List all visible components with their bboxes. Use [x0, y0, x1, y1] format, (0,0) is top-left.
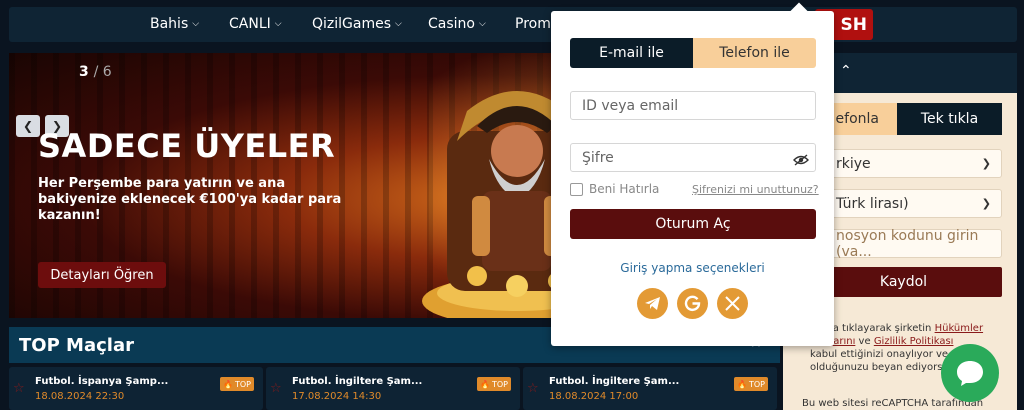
chevron-down-icon: ⌵: [395, 19, 402, 29]
top-badge: 🔥 TOP: [477, 377, 511, 391]
login-submit-button[interactable]: Oturum Aç: [570, 209, 816, 239]
login-tab-phone[interactable]: Telefon ile: [693, 38, 816, 68]
nav-item-label: Bahis: [150, 16, 189, 32]
currency-value: Türk lirası): [836, 195, 909, 212]
nav-item-qizilgames[interactable]: QizilGames ⌵: [312, 16, 402, 32]
x-icon: [725, 296, 740, 311]
x-login-button[interactable]: [717, 288, 748, 319]
banner-subtitle: Her Perşembe para yatırın ve ana bakiyen…: [38, 176, 342, 223]
top-badge: 🔥 TOP: [220, 377, 254, 391]
top-badge: 🔥 TOP: [734, 377, 768, 391]
match-card[interactable]: ☆ Futbol. İngiltere Şam... 18.08.2024 17…: [523, 367, 777, 410]
match-card[interactable]: ☆ Futbol. İspanya Şamp... 18.08.2024 22:…: [9, 367, 263, 410]
top-badge-label: TOP: [748, 379, 765, 389]
popup-caret: [790, 2, 808, 20]
match-card[interactable]: ☆ Futbol. İngiltere Şam... 17.08.2024 14…: [266, 367, 520, 410]
banner-title: SADECE ÜYELER: [38, 127, 336, 165]
terms-text: kabul ettiğinizi onaylıyor ve: [810, 349, 949, 360]
chevron-down-icon: ⌵: [192, 19, 200, 29]
remember-checkbox[interactable]: [570, 182, 583, 196]
telegram-icon: [645, 297, 660, 310]
login-tab-email[interactable]: E-mail ile: [570, 38, 693, 68]
chevron-down-icon: ❯: [981, 197, 991, 210]
promo-placeholder: nosyon kodunu girin (va...: [836, 227, 979, 260]
pagination-total: / 6: [93, 64, 112, 80]
login-popup: E-mail ile Telefon ile Beni Hatırla Şifr…: [551, 2, 834, 346]
match-date: 17.08.2024 14:30: [292, 391, 382, 402]
star-icon[interactable]: ☆: [527, 381, 539, 396]
top-badge-label: TOP: [234, 379, 251, 389]
login-options-label: Giriş yapma seçenekleri: [620, 261, 765, 275]
remember-label: Beni Hatırla: [589, 182, 660, 196]
country-value: rkiye: [836, 155, 871, 172]
google-login-button[interactable]: [677, 288, 708, 319]
register-currency-select[interactable]: Türk lirası) ❯: [805, 189, 1002, 218]
terms-text: olduğunuzu beyan ediyors: [810, 362, 943, 373]
match-date: 18.08.2024 17:00: [549, 391, 639, 402]
nav-item-casino[interactable]: Casino ⌵: [428, 16, 486, 32]
star-icon[interactable]: ☆: [270, 381, 282, 396]
telegram-login-button[interactable]: [637, 288, 668, 319]
match-name: Futbol. İngiltere Şam...: [292, 376, 423, 387]
nav-item-label: Casino: [428, 16, 475, 32]
hide-password-icon[interactable]: [793, 154, 809, 166]
pagination-current: 3: [79, 64, 89, 80]
chevron-down-icon: ⌵: [478, 19, 486, 29]
top-badge-label: TOP: [491, 379, 508, 389]
register-tab-oneclick[interactable]: Tek tıkla: [897, 103, 1002, 135]
nav-item-label: QizilGames: [312, 16, 392, 32]
chevron-left-icon: ❮: [22, 119, 34, 133]
banner-prev-button[interactable]: ❮: [16, 115, 40, 137]
login-id-input[interactable]: [570, 91, 816, 120]
match-name: Futbol. İngiltere Şam...: [549, 376, 680, 387]
chat-button[interactable]: [941, 344, 999, 402]
top-matches-title: TOP Maçlar: [19, 335, 134, 356]
chevron-down-icon: ⌵: [274, 19, 282, 29]
terms-and: ve: [858, 336, 871, 347]
privacy-link[interactable]: Gizlilik Politikası: [874, 336, 954, 347]
terms-link[interactable]: Hükümler: [935, 323, 983, 334]
chat-icon: [957, 361, 983, 386]
banner-pagination: 3 / 6: [79, 64, 112, 80]
nav-item-label: CANLI: [229, 16, 271, 32]
top-navigation: Bahis ⌵ CANLI ⌵ QizilGames ⌵ Casino ⌵ Pr…: [9, 7, 1017, 42]
chevron-up-icon[interactable]: ⌃: [840, 63, 852, 79]
register-country-select[interactable]: rkiye ❯: [805, 149, 1002, 178]
forgot-password-link[interactable]: Şifrenizi mi unuttunuz?: [692, 183, 819, 196]
fire-icon: 🔥: [480, 379, 490, 389]
fire-icon: 🔥: [737, 379, 747, 389]
chevron-down-icon: ❯: [981, 157, 991, 170]
register-submit-button[interactable]: Kaydol: [805, 267, 1002, 297]
remember-me[interactable]: Beni Hatırla: [570, 182, 659, 196]
banner-details-button[interactable]: Detayları Öğren: [38, 262, 166, 288]
fire-icon: 🔥: [223, 379, 233, 389]
google-icon: [684, 295, 701, 312]
star-icon[interactable]: ☆: [13, 381, 25, 396]
register-promo-input[interactable]: nosyon kodunu girin (va...: [805, 227, 1002, 260]
recaptcha-text: Bu web sitesi reCAPTCHA tarafından: [802, 398, 984, 409]
nav-item-bahis[interactable]: Bahis ⌵: [150, 16, 199, 32]
nav-item-canli[interactable]: CANLI ⌵: [229, 16, 282, 32]
match-name: Futbol. İspanya Şamp...: [35, 376, 169, 387]
login-password-input[interactable]: [570, 143, 816, 172]
match-date: 18.08.2024 22:30: [35, 391, 125, 402]
